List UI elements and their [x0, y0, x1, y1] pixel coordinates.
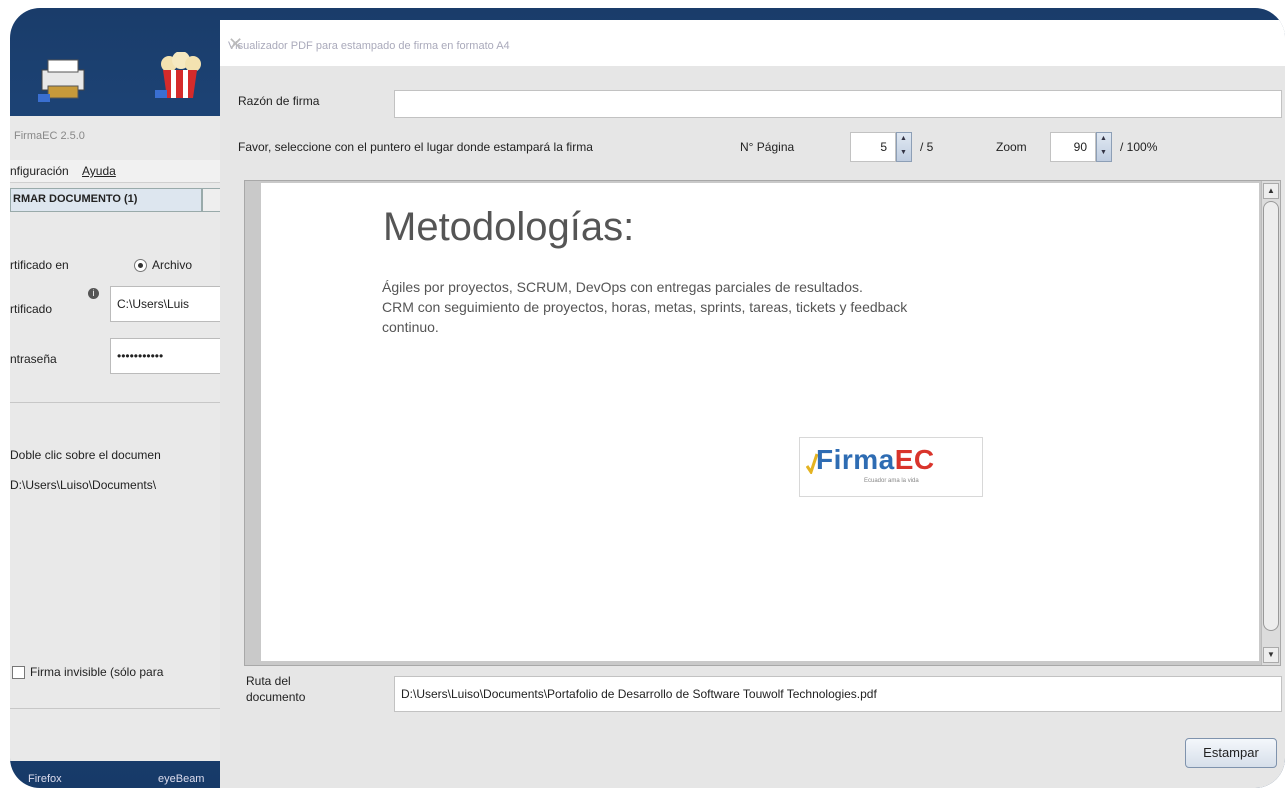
document-heading: Metodologías: — [383, 205, 635, 249]
info-icon[interactable]: i — [88, 288, 99, 299]
document-line: continuo. — [382, 319, 439, 335]
page-label: N° Página — [740, 140, 795, 154]
close-icon[interactable]: ✕ — [228, 34, 1275, 55]
document-line: CRM con seguimiento de proyectos, horas,… — [382, 299, 908, 315]
page-spinner[interactable] — [896, 132, 912, 162]
logo-text-ec: EC — [894, 444, 935, 475]
page-number-input[interactable]: 5 — [850, 132, 896, 162]
radio-file-label: Archivo — [152, 258, 193, 272]
cert-path-field[interactable]: C:\Users\Luis — [110, 286, 222, 322]
scroll-thumb[interactable] — [1263, 201, 1279, 631]
path-label-line2: documento — [246, 690, 306, 704]
radio-file[interactable] — [134, 259, 147, 272]
pdf-page[interactable]: Metodologías: Ágiles por proyectos, SCRU… — [261, 183, 1259, 661]
logo-text-firma: Firma — [816, 444, 895, 475]
stamp-button[interactable]: Estampar — [1185, 738, 1277, 768]
taskbar-firefox[interactable]: Firefox — [28, 773, 62, 785]
cert-label: rtificado — [10, 302, 53, 316]
app-title: FirmaEC 2.5.0 — [14, 130, 85, 142]
cert-source-label: rtificado en — [10, 258, 69, 272]
reason-label: Razón de firma — [238, 94, 320, 108]
taskbar-eyebeam[interactable]: eyeBeam — [158, 773, 204, 785]
zoom-label: Zoom — [996, 140, 1027, 154]
logo-tagline: Ecuador ama la vida — [864, 478, 919, 484]
document-text: Ágiles por proyectos, SCRUM, DevOps con … — [382, 277, 1082, 337]
firmaec-main-window: FirmaEC 2.5.0 nfiguración Ayuda RMAR DOC… — [10, 116, 226, 761]
document-path: D:\Users\Luiso\Documents\ — [10, 478, 157, 492]
password-label: ntraseña — [10, 352, 57, 366]
document-path-field[interactable]: D:\Users\Luiso\Documents\Portafolio de D… — [394, 676, 1282, 712]
drop-hint: Doble clic sobre el documen — [10, 448, 161, 462]
menu-bar: nfiguración Ayuda — [10, 160, 220, 183]
pdf-viewer-dialog: Visualizador PDF para estampado de firma… — [220, 20, 1285, 788]
document-line: Ágiles por proyectos, SCRUM, DevOps con … — [382, 279, 863, 295]
password-field[interactable]: ••••••••••• — [110, 338, 222, 374]
zoom-input[interactable]: 90 — [1050, 132, 1096, 162]
menu-ayuda[interactable]: Ayuda — [82, 164, 116, 178]
invisible-signature-checkbox[interactable] — [12, 666, 25, 679]
divider — [10, 402, 220, 403]
dialog-title-bar: Visualizador PDF para estampado de firma… — [220, 20, 1285, 66]
page-total: / 5 — [920, 140, 934, 154]
vertical-scrollbar[interactable]: ▲ ▼ — [1261, 181, 1280, 665]
invisible-signature-label: Firma invisible (sólo para — [30, 665, 164, 679]
tab-firmar-documento[interactable]: RMAR DOCUMENTO (1) — [10, 188, 202, 212]
zoom-max: / 100% — [1120, 140, 1158, 154]
scroll-down-arrow-icon[interactable]: ▼ — [1263, 647, 1279, 663]
divider — [10, 708, 220, 709]
instruction-text: Favor, seleccione con el puntero el luga… — [238, 140, 593, 154]
popcorn-app-icon[interactable] — [155, 51, 205, 98]
reason-input[interactable] — [394, 90, 1282, 118]
zoom-spinner[interactable] — [1096, 132, 1112, 162]
path-label-line1: Ruta del — [246, 674, 291, 688]
pdf-viewer-pane[interactable]: Metodologías: Ágiles por proyectos, SCRU… — [244, 180, 1281, 666]
printer-app-icon[interactable] — [38, 56, 88, 102]
scroll-up-arrow-icon[interactable]: ▲ — [1263, 183, 1279, 199]
firmaec-logo: FirmaEC Ecuador ama la vida — [799, 437, 983, 497]
desktop: FirmaEC 2.5.0 nfiguración Ayuda RMAR DOC… — [10, 8, 1285, 788]
menu-configuracion[interactable]: nfiguración — [10, 164, 69, 178]
